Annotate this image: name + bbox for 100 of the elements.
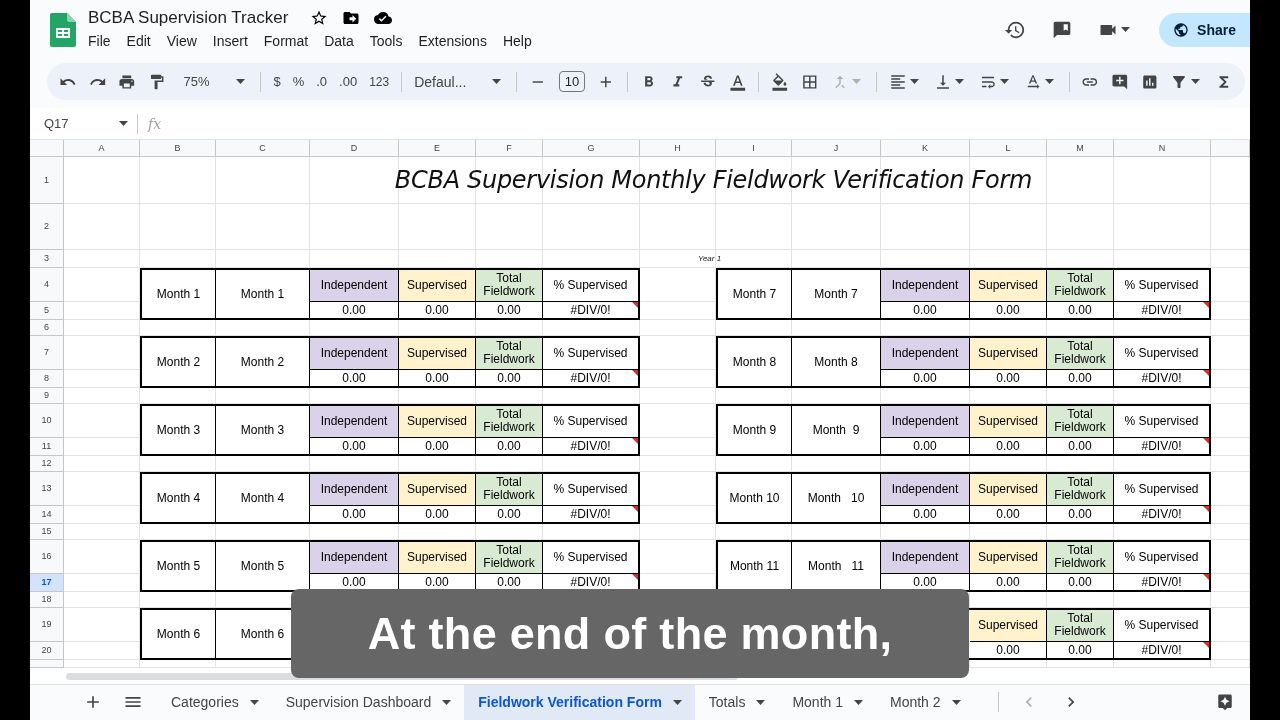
row-header[interactable]: 7 <box>30 336 64 370</box>
table-cell: 0.00 <box>970 506 1047 522</box>
caret-icon[interactable] <box>909 79 919 85</box>
table-cell: Month 9 <box>718 406 792 454</box>
sheet-tab[interactable]: Categories <box>157 685 272 720</box>
caret-icon <box>756 700 766 705</box>
table-cell: 0.00 <box>310 302 399 318</box>
header-cell: Independent <box>310 406 399 438</box>
note-corner-icon <box>1203 302 1209 308</box>
table-cell: Month 7 <box>718 270 792 318</box>
table-cell: 0.00 <box>970 574 1047 590</box>
fill-color-icon[interactable] <box>771 72 789 91</box>
menu-item[interactable]: View <box>159 31 204 52</box>
row-header[interactable]: 2 <box>30 204 64 250</box>
note-corner-icon <box>1203 506 1209 512</box>
note-corner-icon <box>632 506 638 512</box>
row-header[interactable]: 10 <box>30 404 64 438</box>
row-header[interactable]: 16 <box>30 540 64 574</box>
header-cell: Independent <box>881 338 970 370</box>
menu-item[interactable]: Format <box>256 31 316 52</box>
table-cell: 0.00 <box>310 370 399 386</box>
star-icon[interactable] <box>310 9 329 28</box>
row-header[interactable]: 19 <box>30 608 64 642</box>
caret-icon[interactable] <box>1191 79 1201 85</box>
table-cell: #DIV/0! <box>543 438 638 454</box>
note-corner-icon <box>632 574 638 580</box>
table-cell: #DIV/0! <box>1114 574 1209 590</box>
format-button[interactable]: .0 <box>316 74 328 90</box>
row-header[interactable]: 1 <box>30 157 64 204</box>
caret-icon[interactable] <box>999 79 1009 85</box>
zoom-select[interactable]: 75% <box>183 74 249 90</box>
table-cell: 0.00 <box>970 438 1047 454</box>
format-button[interactable]: $ <box>273 74 281 90</box>
menu-item[interactable]: Help <box>495 31 539 52</box>
print-icon[interactable] <box>118 72 136 91</box>
font-size-field[interactable]: 10 <box>558 71 586 93</box>
menu-item[interactable]: Insert <box>205 31 255 52</box>
comments-icon[interactable] <box>1052 19 1073 40</box>
format-button[interactable]: .00 <box>339 74 358 90</box>
menu-item[interactable]: Tools <box>362 31 410 52</box>
note-corner-icon <box>1203 438 1209 444</box>
chart-icon[interactable] <box>1140 72 1159 91</box>
borders-icon[interactable] <box>800 72 819 91</box>
font-select[interactable]: Defaul... <box>414 73 505 90</box>
text-color-icon[interactable] <box>728 72 747 91</box>
header-cell: Total Fieldwork <box>476 338 543 370</box>
header-cell: Supervised <box>970 270 1047 302</box>
table-cell: 0.00 <box>399 506 476 522</box>
table-cell: #DIV/0! <box>543 302 638 318</box>
format-button[interactable]: % <box>292 74 305 90</box>
sheet-tab[interactable]: Month 1 <box>778 685 876 720</box>
header-cell: Supervised <box>970 610 1047 642</box>
menu-item[interactable]: File <box>81 31 118 52</box>
table-cell: 0.00 <box>310 506 399 522</box>
add-comment-icon[interactable] <box>1111 72 1129 91</box>
header-cell: Independent <box>881 270 970 302</box>
caret-icon[interactable] <box>1044 79 1054 85</box>
share-button[interactable]: Share <box>1159 12 1250 47</box>
table-cell: Month 1 <box>142 270 216 318</box>
menu-item[interactable]: Edit <box>119 31 158 52</box>
table-cell: #DIV/0! <box>543 574 638 590</box>
header-cell: Total Fieldwork <box>476 542 543 574</box>
table-cell: #DIV/0! <box>1114 438 1209 454</box>
sheet-tab[interactable]: Month 2 <box>876 685 974 720</box>
table-cell: Month 2 <box>142 338 216 386</box>
header-cell: Supervised <box>970 474 1047 506</box>
format-button[interactable]: 123 <box>369 74 390 89</box>
header-cell: Total Fieldwork <box>1047 338 1114 370</box>
spreadsheet-logo-icon[interactable] <box>50 12 76 47</box>
table-cell: Month 5 <box>142 542 216 590</box>
align-icon[interactable] <box>888 72 907 91</box>
table-cell: 0.00 <box>970 302 1047 318</box>
note-corner-icon <box>632 370 638 376</box>
row-header[interactable]: 13 <box>30 472 64 506</box>
sheet-tab[interactable]: Totals <box>694 685 779 720</box>
caret-icon <box>236 79 246 85</box>
table-cell: #DIV/0! <box>1114 642 1209 658</box>
sheet-tab[interactable]: Fieldwork Verification Form <box>464 685 695 720</box>
header-cell: Total Fieldwork <box>1047 270 1114 302</box>
sheet-tab[interactable]: Supervision Dashboard <box>271 685 465 720</box>
caret-icon[interactable] <box>954 79 964 85</box>
header-cell: Total Fieldwork <box>1047 406 1114 438</box>
explore-icon[interactable] <box>1216 693 1234 712</box>
row-header[interactable]: 4 <box>30 268 64 302</box>
globe-icon <box>1173 21 1190 38</box>
header-cell: Independent <box>310 270 399 302</box>
header-cell: Total Fieldwork <box>1047 542 1114 574</box>
menu-item[interactable]: Extensions <box>411 31 494 52</box>
header-cell: Supervised <box>399 406 476 438</box>
header-cell: Supervised <box>970 406 1047 438</box>
table-cell: 0.00 <box>881 302 970 318</box>
document-title[interactable]: BCBA Supervision Tracker <box>88 8 289 29</box>
table-cell: 0.00 <box>399 438 476 454</box>
header-cell: Total Fieldwork <box>476 270 543 302</box>
table-cell: Month 6 <box>142 610 216 658</box>
header-cell: Independent <box>310 338 399 370</box>
caret-icon[interactable] <box>1121 27 1131 33</box>
name-box[interactable]: Q17 <box>44 113 138 134</box>
menu-item[interactable]: Data <box>317 31 361 52</box>
note-corner-icon <box>632 302 638 308</box>
